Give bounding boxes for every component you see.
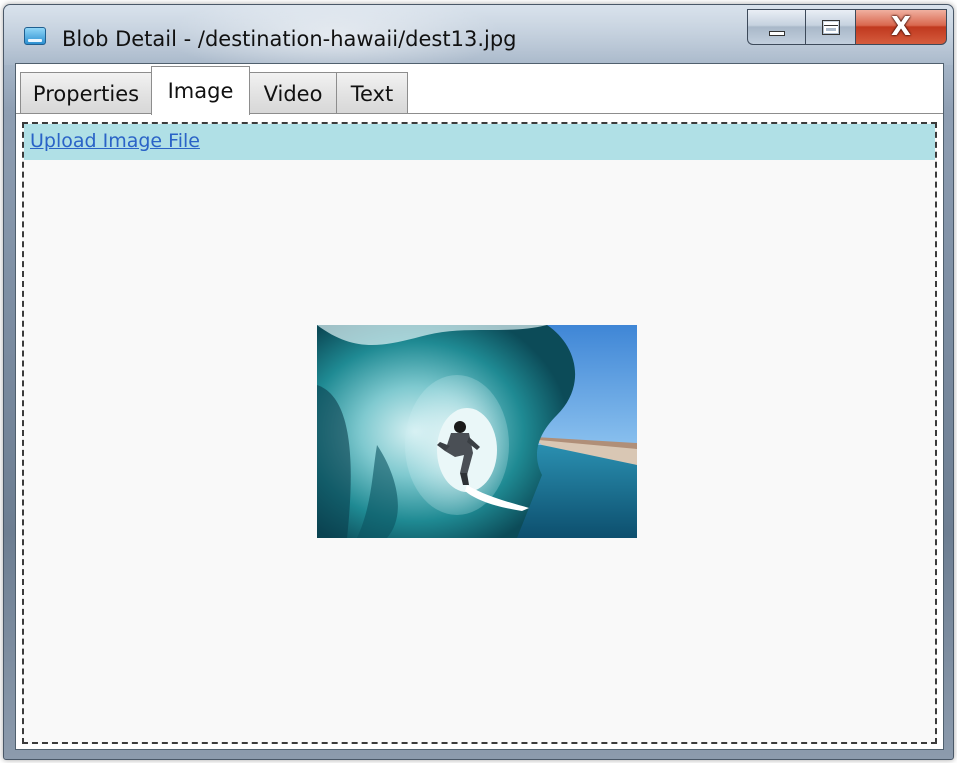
image-preview bbox=[317, 325, 637, 538]
close-button[interactable]: X bbox=[855, 9, 947, 45]
maximize-icon bbox=[822, 20, 840, 35]
minimize-icon bbox=[769, 31, 785, 36]
window-controls: X bbox=[747, 9, 947, 45]
close-icon: X bbox=[890, 12, 912, 42]
blob-detail-window: Blob Detail - /destination-hawaii/dest13… bbox=[3, 4, 954, 760]
window-title: Blob Detail - /destination-hawaii/dest13… bbox=[62, 27, 517, 51]
app-window-icon[interactable] bbox=[24, 27, 46, 45]
client-area: Properties Image Video Text Upload Image… bbox=[15, 63, 944, 750]
maximize-button[interactable] bbox=[805, 9, 855, 45]
tab-strip: Properties Image Video Text bbox=[16, 64, 943, 115]
tab-image[interactable]: Image bbox=[151, 66, 250, 115]
surfer-in-wave-photo bbox=[317, 325, 637, 538]
image-tab-page: Upload Image File bbox=[22, 122, 937, 744]
tab-text[interactable]: Text bbox=[336, 72, 408, 114]
title-bar[interactable]: Blob Detail - /destination-hawaii/dest13… bbox=[4, 5, 953, 65]
upload-image-file-link[interactable]: Upload Image File bbox=[30, 130, 200, 152]
tab-properties[interactable]: Properties bbox=[20, 72, 152, 114]
minimize-button[interactable] bbox=[747, 9, 805, 45]
tab-video[interactable]: Video bbox=[249, 72, 337, 114]
upload-toolbar: Upload Image File bbox=[24, 124, 935, 160]
